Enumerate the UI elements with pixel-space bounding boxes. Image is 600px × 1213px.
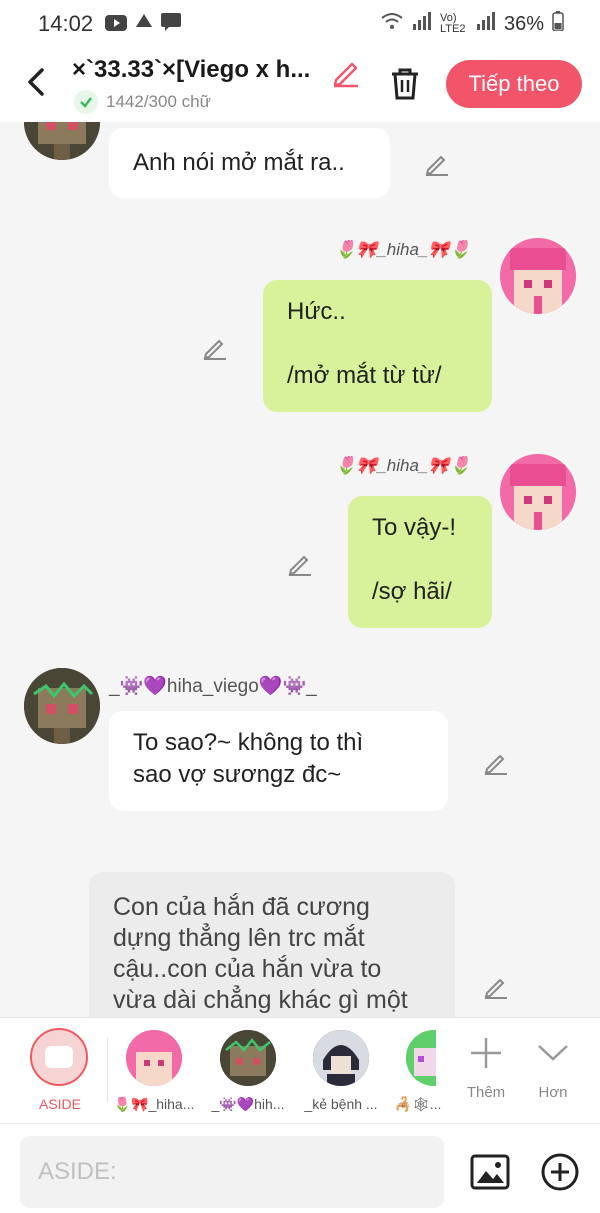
character-strip: ASIDE 🌷🎀_hiha... _👾💜hih... _kẻ bệnh ... … bbox=[0, 1017, 600, 1123]
username: 🌷🎀_hiha_🎀🌷 bbox=[335, 456, 471, 475]
pencil-icon bbox=[484, 754, 507, 775]
trash-icon bbox=[392, 68, 418, 100]
aside-button[interactable] bbox=[30, 1028, 88, 1086]
username: _👾💜hiha_viego💜👾_ bbox=[109, 676, 317, 697]
edit-message-button[interactable] bbox=[287, 550, 313, 576]
character-avatar[interactable] bbox=[313, 1030, 369, 1086]
edit-title-button[interactable] bbox=[330, 56, 362, 88]
back-button[interactable] bbox=[22, 64, 52, 100]
pencil-icon bbox=[203, 339, 226, 360]
signal-icon bbox=[412, 12, 432, 36]
message-bubble[interactable]: To sao?~ không to thì sao vợ sươngz đc~ bbox=[109, 711, 448, 811]
battery-icon bbox=[552, 11, 564, 37]
story-title[interactable]: ×`33.33`×[Viego x h... bbox=[72, 56, 328, 84]
avatar[interactable] bbox=[500, 238, 576, 314]
word-count: 1442/300 chữ bbox=[106, 92, 211, 111]
network-type: Vo) LTE2 bbox=[439, 12, 466, 35]
delete-button[interactable] bbox=[386, 64, 424, 102]
plus-icon bbox=[471, 1038, 501, 1068]
aside-icon bbox=[45, 1046, 73, 1068]
signal-icon-2 bbox=[476, 12, 496, 36]
app-notification-icon bbox=[135, 11, 153, 37]
character-label: _👾💜hih... bbox=[211, 1096, 285, 1112]
character-avatar[interactable] bbox=[126, 1030, 182, 1086]
strip-divider bbox=[107, 1038, 108, 1102]
character-avatar[interactable] bbox=[406, 1030, 436, 1086]
character-label: _kẻ bệnh ... bbox=[304, 1096, 378, 1112]
pencil-icon bbox=[288, 555, 311, 576]
add-label: Thêm bbox=[466, 1084, 506, 1101]
add-character-button[interactable] bbox=[456, 1028, 516, 1118]
plus-circle-icon bbox=[541, 1153, 579, 1191]
character-label: 🌷🎀_hiha... bbox=[113, 1096, 195, 1112]
word-count-row: 1442/300 chữ bbox=[74, 90, 211, 114]
youtube-icon bbox=[105, 11, 128, 37]
message-bubble[interactable]: To vậy-! /sợ hãi/ bbox=[348, 496, 492, 628]
message-bubble[interactable]: Hức.. /mở mắt từ từ/ bbox=[263, 280, 492, 412]
pencil-icon bbox=[333, 62, 358, 88]
avatar[interactable] bbox=[24, 668, 100, 744]
aside-label: ASIDE bbox=[38, 1096, 81, 1112]
editor-header: ×`33.33`×[Viego x h... 1442/300 chữ Tiếp… bbox=[0, 48, 600, 122]
edit-message-button[interactable] bbox=[483, 749, 509, 775]
pencil-icon bbox=[484, 978, 507, 999]
wifi-icon bbox=[380, 12, 404, 36]
edit-message-button[interactable] bbox=[424, 150, 450, 176]
more-button[interactable] bbox=[523, 1028, 583, 1118]
status-bar: 14:02 Vo) LTE2 36% bbox=[0, 0, 600, 48]
image-icon bbox=[470, 1154, 510, 1190]
character-label: 🦂🕸... bbox=[394, 1096, 442, 1112]
message-bubble[interactable]: Anh nói mở mắt ra.. bbox=[109, 128, 390, 198]
chevron-down-icon bbox=[538, 1045, 568, 1061]
avatar[interactable] bbox=[24, 122, 100, 160]
aside-bubble[interactable]: Con của hắn đã cương dựng thẳng lên trc … bbox=[89, 872, 455, 1017]
edit-message-button[interactable] bbox=[483, 973, 509, 999]
pencil-icon bbox=[425, 155, 448, 176]
message-input[interactable] bbox=[20, 1136, 444, 1208]
chat-area[interactable]: Anh nói mở mắt ra.. 🌷🎀_hiha_🎀🌷 Hức.. /mở… bbox=[0, 122, 600, 1017]
insert-image-button[interactable] bbox=[470, 1152, 510, 1192]
username: 🌷🎀_hiha_🎀🌷 bbox=[335, 240, 471, 259]
status-time: 14:02 bbox=[38, 11, 94, 36]
edit-message-button[interactable] bbox=[202, 334, 228, 360]
more-label: Hơn bbox=[538, 1084, 568, 1101]
character-avatar[interactable] bbox=[220, 1030, 276, 1086]
avatar[interactable] bbox=[500, 454, 576, 530]
message-icon bbox=[161, 11, 182, 37]
input-bar bbox=[0, 1123, 600, 1213]
check-icon bbox=[74, 90, 98, 114]
add-content-button[interactable] bbox=[540, 1152, 580, 1192]
back-arrow-icon bbox=[28, 68, 44, 96]
battery-percent: 36% bbox=[503, 12, 544, 35]
next-button[interactable]: Tiếp theo bbox=[446, 60, 582, 108]
